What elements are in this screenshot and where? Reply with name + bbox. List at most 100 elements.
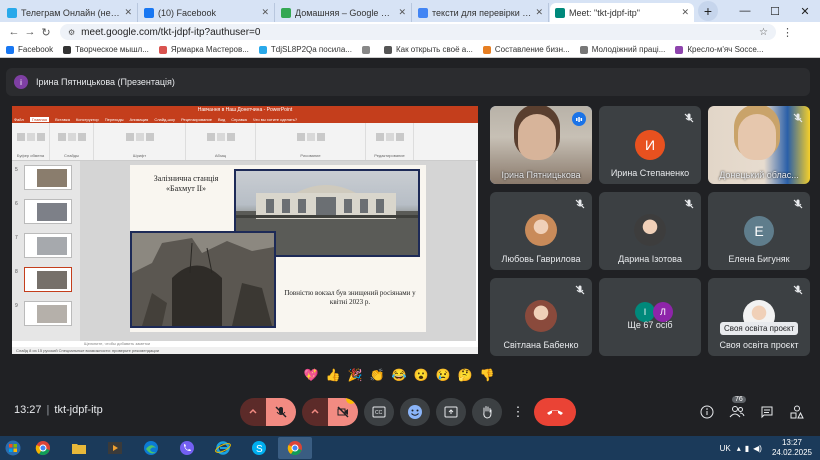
raise-hand-button[interactable]: [472, 398, 502, 426]
captions-button[interactable]: CC: [364, 398, 394, 426]
taskbar-edge[interactable]: [134, 437, 168, 459]
bookmark-star-icon[interactable]: ☆: [759, 27, 768, 38]
participant-name: Любовь Гаврилова: [501, 254, 581, 264]
reaction-emoji-button[interactable]: 🎉: [344, 368, 366, 382]
maximize-icon[interactable]: ☐: [760, 5, 790, 18]
reload-icon[interactable]: ↻: [38, 26, 54, 39]
reactions-button[interactable]: [400, 398, 430, 426]
clock[interactable]: 13:27 24.02.2025: [772, 438, 812, 458]
meeting-details-button[interactable]: [692, 405, 722, 419]
start-button[interactable]: [0, 436, 26, 460]
minimize-icon[interactable]: —: [730, 5, 760, 17]
browser-menu-icon[interactable]: ⋮: [782, 26, 793, 39]
participant-tile[interactable]: И Ирина Степаненко: [599, 106, 701, 184]
close-tab-icon[interactable]: ✕: [681, 7, 689, 18]
participant-name: Елена Бигуняк: [728, 254, 790, 264]
bookmark-item[interactable]: TdjSL8P2Qa посила...: [258, 45, 352, 54]
tab-title: (10) Facebook: [158, 7, 217, 18]
mic-toggle-button[interactable]: [266, 398, 296, 426]
slide-thumbnail[interactable]: [24, 267, 72, 292]
taskbar-chrome[interactable]: [26, 437, 60, 459]
mic-options-button[interactable]: [240, 398, 266, 426]
taskbar-media[interactable]: [98, 437, 132, 459]
browser-tab[interactable]: Meet: "tkt-jdpf-itp" ✕: [550, 3, 694, 22]
participant-tile[interactable]: Світлана Бабенко: [490, 278, 592, 356]
slide-thumbnail[interactable]: [24, 301, 72, 326]
camera-options-button[interactable]: [302, 398, 328, 426]
participant-tile[interactable]: І Л Ще 67 осіб: [599, 278, 701, 356]
close-window-icon[interactable]: ✕: [790, 5, 820, 18]
close-tab-icon[interactable]: ✕: [124, 7, 132, 18]
reaction-emoji-button[interactable]: 👎: [476, 368, 498, 382]
browser-tab[interactable]: Домашняя – Google Диск ✕: [276, 3, 412, 22]
tab-title: Домашняя – Google Диск: [295, 7, 396, 18]
close-tab-icon[interactable]: ✕: [261, 7, 269, 18]
close-tab-icon[interactable]: ✕: [535, 7, 543, 18]
bookmark-item[interactable]: Составление бизн...: [482, 45, 570, 54]
participant-tile[interactable]: Е Елена Бигуняк: [708, 192, 810, 270]
more-options-button[interactable]: ⋮: [508, 398, 528, 426]
camera-toggle-button[interactable]: !: [328, 398, 358, 426]
participant-tile[interactable]: Ірина Пятницькова: [490, 106, 592, 184]
site-info-icon[interactable]: ⚙: [68, 28, 75, 37]
reaction-emoji-button[interactable]: 🤔: [454, 368, 476, 382]
reaction-emoji-button[interactable]: 👏: [366, 368, 388, 382]
present-button[interactable]: [436, 398, 466, 426]
language-indicator[interactable]: UK: [720, 444, 731, 453]
bookmark-item[interactable]: Как открыть своё а...: [383, 45, 473, 54]
volume-icon[interactable]: ◀): [753, 444, 762, 453]
participant-tile[interactable]: Дарина Ізотова: [599, 192, 701, 270]
taskbar-chrome-active[interactable]: [278, 437, 312, 459]
bookmark-item[interactable]: Молодіжний праці...: [579, 45, 665, 54]
participant-tile[interactable]: Любовь Гаврилова: [490, 192, 592, 270]
bookmark-item[interactable]: Творческое мышл...: [63, 45, 149, 54]
taskbar-skype[interactable]: S: [242, 437, 276, 459]
people-button[interactable]: 76: [722, 396, 752, 419]
bookmark-item[interactable]: [361, 45, 374, 54]
slide-thumbnail[interactable]: [24, 165, 72, 190]
participant-tile[interactable]: Донецький облас...: [708, 106, 810, 184]
camera-control: !: [302, 398, 358, 426]
reaction-emoji-button[interactable]: 😮: [410, 368, 432, 382]
close-tab-icon[interactable]: ✕: [398, 7, 406, 18]
ribbon-group-label: Шрифт: [132, 153, 147, 158]
participant-count-badge: 76: [732, 396, 746, 403]
forward-icon[interactable]: →: [22, 26, 38, 38]
taskbar-viber[interactable]: [170, 437, 204, 459]
browser-tab[interactable]: Телеграм Онлайн (неофициа...✕: [2, 3, 138, 22]
ppt-title-bar: Навчання в Наш Донетчина - PowerPoint: [12, 106, 478, 115]
participant-tile[interactable]: Своя освіта проєкт: [708, 278, 810, 356]
browser-tab[interactable]: (10) Facebook ✕: [139, 3, 275, 22]
url-input[interactable]: ⚙ meet.google.com/tkt-jdpf-itp?authuser=…: [60, 24, 776, 40]
taskbar-ie[interactable]: [206, 437, 240, 459]
network-icon[interactable]: ▮: [745, 444, 749, 453]
participant-face: [518, 114, 556, 160]
reaction-emoji-button[interactable]: 👍: [322, 368, 344, 382]
new-tab-button[interactable]: +: [698, 1, 718, 21]
chat-button[interactable]: [752, 405, 782, 419]
leave-call-button[interactable]: [534, 398, 576, 426]
ribbon-button-icon: [77, 133, 86, 141]
presenter-bar: і Ірина Пятницькова (Презентація): [6, 68, 810, 96]
browser-tab[interactable]: тексти для перевірки - Goog...✕: [413, 3, 549, 22]
reaction-emoji-button[interactable]: 😢: [432, 368, 454, 382]
mic-off-icon: [793, 199, 803, 209]
bookmark-item[interactable]: Кресло-м'яч Socce...: [675, 45, 763, 54]
reaction-emoji-button[interactable]: 😂: [388, 368, 410, 382]
ribbon-controls: [52, 125, 91, 149]
slide-thumbnail[interactable]: [24, 233, 72, 258]
presenter-label: Ірина Пятницькова (Презентація): [36, 77, 175, 87]
taskbar-explorer[interactable]: [62, 437, 96, 459]
ribbon-group: Редактирование: [366, 123, 414, 160]
back-icon[interactable]: ←: [6, 26, 22, 38]
bookmark-item[interactable]: Ярмарка Мастеров...: [158, 45, 249, 54]
mic-off-icon: [275, 406, 287, 418]
participant-initial: Л: [653, 302, 673, 322]
activities-button[interactable]: [782, 405, 812, 419]
reaction-emoji-button[interactable]: 💖: [300, 368, 322, 382]
bookmark-item[interactable]: Facebook: [6, 45, 53, 54]
ribbon-tab: Рецензирование: [181, 116, 212, 122]
slide-thumbnail[interactable]: [24, 199, 72, 224]
tray-arrow-icon[interactable]: ▴: [737, 444, 741, 453]
ribbon-button-icon: [145, 133, 154, 141]
